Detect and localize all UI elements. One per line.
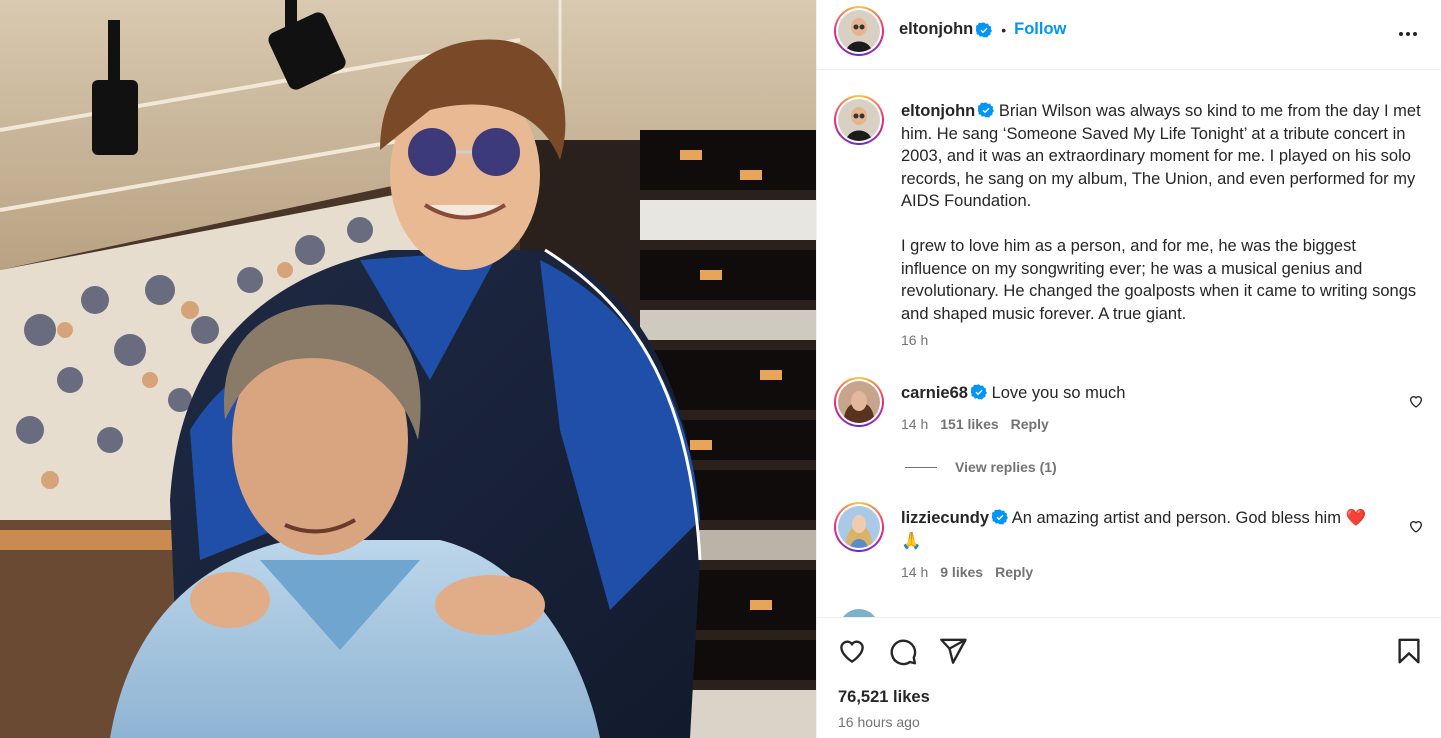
avatar-image [838, 506, 880, 548]
heart-icon[interactable] [837, 636, 867, 666]
avatar-image [839, 609, 879, 617]
commenter-avatar[interactable] [834, 502, 884, 552]
bookmark-icon[interactable] [1394, 636, 1424, 666]
next-comment-peek [839, 609, 879, 617]
comment-meta: 14 h 9 likes Reply [901, 564, 1033, 580]
header-user: eltonjohn • Follow [899, 20, 1066, 39]
view-replies-button[interactable]: View replies (1) [905, 459, 1057, 475]
caption-avatar[interactable] [834, 95, 884, 145]
comment-timestamp: 14 h [901, 416, 929, 432]
commenter-username[interactable]: lizziecundy [901, 509, 989, 527]
more-options-icon[interactable] [1396, 22, 1420, 46]
reply-button[interactable]: Reply [995, 564, 1033, 580]
post-likes-count[interactable]: 76,521 likes [838, 688, 930, 707]
verified-badge-icon [978, 102, 995, 118]
post-header: eltonjohn • Follow [817, 0, 1441, 70]
comment-like-heart-icon[interactable] [1408, 393, 1424, 409]
comment-item: lizziecundy An amazing artist and person… [834, 502, 1424, 582]
author-avatar[interactable] [834, 6, 884, 56]
comment-icon[interactable] [888, 636, 918, 666]
comment-text: Love you so much [991, 384, 1126, 402]
view-replies-label: View replies (1) [955, 459, 1057, 475]
replies-divider [905, 466, 937, 468]
caption-text: Brian Wilson was always so kind to me fr… [901, 102, 1421, 323]
verified-badge-icon [970, 384, 987, 400]
caption-timestamp: 16 h [901, 332, 929, 348]
verified-badge-icon [976, 21, 993, 38]
post-image [0, 0, 816, 738]
comment-item: carnie68 Love you so much 14 h 151 likes… [834, 377, 1424, 437]
post-details-panel: eltonjohn • Follow eltonjohn Brian Wilso… [816, 0, 1441, 738]
comment-likes[interactable]: 9 likes [940, 564, 983, 580]
share-icon[interactable] [938, 636, 968, 666]
commenter-username[interactable]: carnie68 [901, 384, 968, 402]
reply-button[interactable]: Reply [1011, 416, 1049, 432]
follow-button[interactable]: Follow [1014, 20, 1066, 39]
commenter-avatar[interactable] [834, 377, 884, 427]
comment-meta: 14 h 151 likes Reply [901, 416, 1049, 432]
comment-timestamp: 14 h [901, 564, 929, 580]
comment-like-heart-icon[interactable] [1408, 518, 1424, 534]
avatar-image [838, 10, 880, 52]
author-username[interactable]: eltonjohn [899, 20, 973, 39]
post-photo[interactable] [0, 0, 816, 738]
separator-dot: • [1001, 21, 1007, 38]
post-actions: 76,521 likes 16 hours ago [817, 617, 1441, 738]
caption-username[interactable]: eltonjohn [901, 102, 975, 120]
post-timestamp[interactable]: 16 hours ago [838, 714, 920, 730]
comment-likes[interactable]: 151 likes [940, 416, 998, 432]
avatar-image [838, 381, 880, 423]
avatar-image [838, 99, 880, 141]
verified-badge-icon [992, 509, 1009, 525]
caption-text-block: eltonjohn Brian Wilson was always so kin… [901, 100, 1421, 325]
